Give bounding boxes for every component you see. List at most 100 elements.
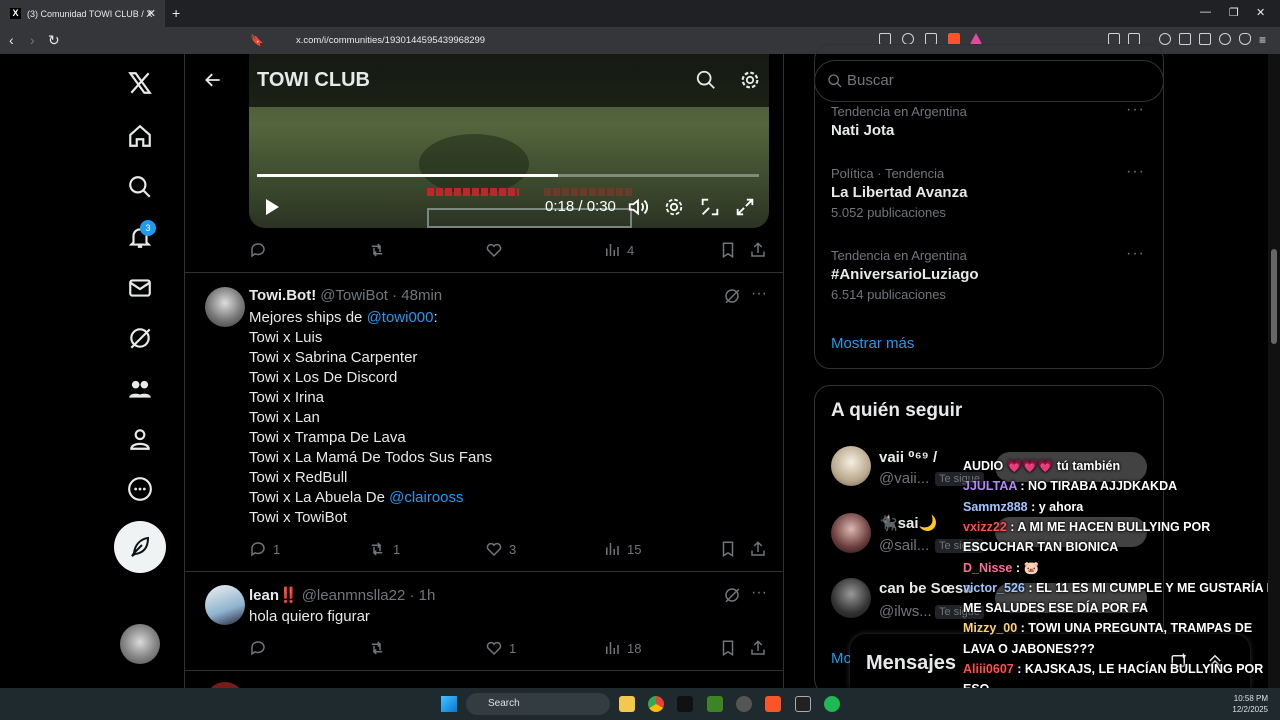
vpn-icon[interactable] (1239, 33, 1251, 45)
reload-icon[interactable]: ↻ (48, 32, 60, 49)
tweet-author[interactable]: Towi.Bot! @TowiBot · 48min (249, 287, 442, 304)
grok-explain-icon[interactable] (723, 287, 741, 305)
trend-more-icon[interactable]: ··· (1126, 101, 1145, 119)
more-dots-icon[interactable]: ··· (751, 285, 767, 303)
avatar[interactable] (831, 578, 871, 618)
back-arrow-icon[interactable] (203, 70, 223, 90)
tweet-author[interactable]: lean‼️ @leanmnslla22 · 1h (249, 586, 435, 604)
picture-in-picture-icon[interactable] (699, 196, 721, 218)
bookmark-button[interactable] (719, 241, 737, 259)
windows-start-icon[interactable] (441, 696, 457, 712)
taskbar-search[interactable]: Search (466, 693, 610, 715)
views-button[interactable]: 15 (603, 540, 641, 558)
trend-item[interactable]: Tendencia en Argentina #AniversarioLuzia… (831, 248, 979, 302)
trend-item[interactable]: Política · Tendencia La Libertad Avanza … (831, 166, 967, 220)
reply-count: 1 (273, 541, 281, 557)
share-button[interactable] (749, 540, 767, 558)
communities-icon[interactable] (124, 373, 156, 405)
community-search-icon[interactable] (695, 69, 717, 91)
reply-button[interactable]: 1 (249, 540, 280, 558)
views-button[interactable]: 4 (603, 241, 634, 259)
sidebar-toggle-icon[interactable] (1179, 33, 1191, 45)
avatar[interactable] (205, 287, 245, 327)
video-progress-bar[interactable] (257, 174, 759, 177)
music-icon[interactable] (1159, 33, 1171, 45)
repost-button[interactable]: 1 (367, 540, 400, 558)
views-button[interactable]: 18 (603, 639, 641, 657)
show-more-follows-link[interactable]: Mo (831, 650, 852, 667)
show-more-link[interactable]: Mostrar más (831, 335, 914, 352)
messages-envelope-icon[interactable] (124, 272, 156, 304)
file-explorer-icon[interactable] (619, 696, 635, 712)
maximize-icon[interactable]: ❐ (1229, 6, 1239, 19)
leo-ai-icon[interactable] (1219, 33, 1231, 45)
obs-icon[interactable] (736, 696, 752, 712)
home-icon[interactable] (124, 120, 156, 152)
video-settings-icon[interactable] (663, 196, 685, 218)
brave-icon[interactable] (765, 696, 781, 712)
account-avatar[interactable] (120, 624, 160, 664)
browser-tab[interactable]: X (3) Comunidad TOWI CLUB / X ✕ (0, 0, 165, 27)
compose-post-button[interactable] (114, 521, 166, 573)
forward-icon[interactable]: › (30, 32, 35, 48)
bookmark-button[interactable] (719, 639, 737, 657)
clock-date: 12/2/2025 (1232, 705, 1268, 714)
close-tab-icon[interactable]: ✕ (147, 7, 156, 20)
chat-text: 💗💗💗 tú también (1003, 459, 1121, 473)
avatar[interactable] (831, 513, 871, 553)
new-tab-button[interactable]: + (172, 5, 180, 21)
share-button[interactable] (749, 241, 767, 259)
scrollbar-thumb[interactable] (1271, 249, 1277, 344)
explore-search-icon[interactable] (124, 171, 156, 203)
author-name[interactable]: Towi.Bot! (249, 287, 316, 304)
reply-button[interactable] (249, 241, 267, 259)
close-window-icon[interactable]: ✕ (1256, 6, 1265, 19)
brave-rewards-icon[interactable] (970, 33, 982, 44)
avatar[interactable] (831, 446, 871, 486)
community-settings-gear-icon[interactable] (739, 69, 761, 91)
trend-name: #AniversarioLuziago (831, 266, 979, 283)
follow-name[interactable]: vaii ⁰⁶⁹ / (879, 448, 937, 466)
minimize-icon[interactable]: — (1200, 6, 1211, 18)
grok-icon[interactable] (124, 322, 156, 354)
share-button[interactable] (749, 639, 767, 657)
author-handle[interactable]: @leanmnslla22 · 1h (302, 587, 436, 604)
grok-explain-icon[interactable] (723, 586, 741, 604)
wallet2-icon[interactable] (1199, 33, 1211, 45)
volume-icon[interactable] (627, 196, 649, 218)
mention-link[interactable]: @towi000 (367, 309, 434, 326)
epic-games-icon[interactable] (795, 696, 811, 712)
minecraft-icon[interactable] (707, 696, 723, 712)
spotify-icon[interactable] (824, 696, 840, 712)
profile-icon[interactable] (124, 423, 156, 455)
trend-more-icon[interactable]: ··· (1126, 163, 1145, 181)
stream-chat-overlay: AUDIO 💗💗💗 tú también JJULTAA : NO TIRABA … (955, 450, 1280, 696)
bookmark-button[interactable] (719, 540, 737, 558)
menu-icon[interactable]: ≡ (1259, 33, 1266, 47)
like-button[interactable]: 3 (485, 540, 516, 558)
like-button[interactable]: 1 (485, 639, 516, 657)
bookmark-page-icon[interactable]: 🔖 (250, 34, 264, 47)
follow-name[interactable]: 🐈‍⬛sai🌙 (879, 514, 937, 532)
community-header: TOWI CLUB (185, 54, 783, 107)
like-button[interactable] (485, 241, 503, 259)
system-clock[interactable]: 10:58 PM 12/2/2025 (1232, 693, 1268, 715)
trend-item[interactable]: Tendencia en Argentina Nati Jota (831, 104, 967, 139)
mention-link[interactable]: @clairooss (389, 489, 463, 506)
repost-button[interactable] (367, 639, 387, 657)
back-icon[interactable]: ‹ (9, 32, 14, 48)
capcut-icon[interactable] (677, 696, 693, 712)
trend-more-icon[interactable]: ··· (1126, 245, 1145, 263)
avatar[interactable] (205, 585, 245, 625)
chrome-icon[interactable] (648, 696, 664, 712)
more-dots-icon[interactable]: ··· (751, 584, 767, 602)
repost-button[interactable] (367, 241, 387, 259)
author-name[interactable]: lean (249, 587, 279, 604)
author-handle[interactable]: @TowiBot · 48min (320, 287, 442, 304)
more-options-icon[interactable] (124, 473, 156, 505)
play-icon[interactable] (263, 197, 281, 217)
reply-button[interactable] (249, 639, 267, 657)
fullscreen-icon[interactable] (734, 196, 756, 218)
x-logo-icon[interactable] (124, 67, 156, 99)
page-scrollbar[interactable] (1268, 54, 1280, 688)
